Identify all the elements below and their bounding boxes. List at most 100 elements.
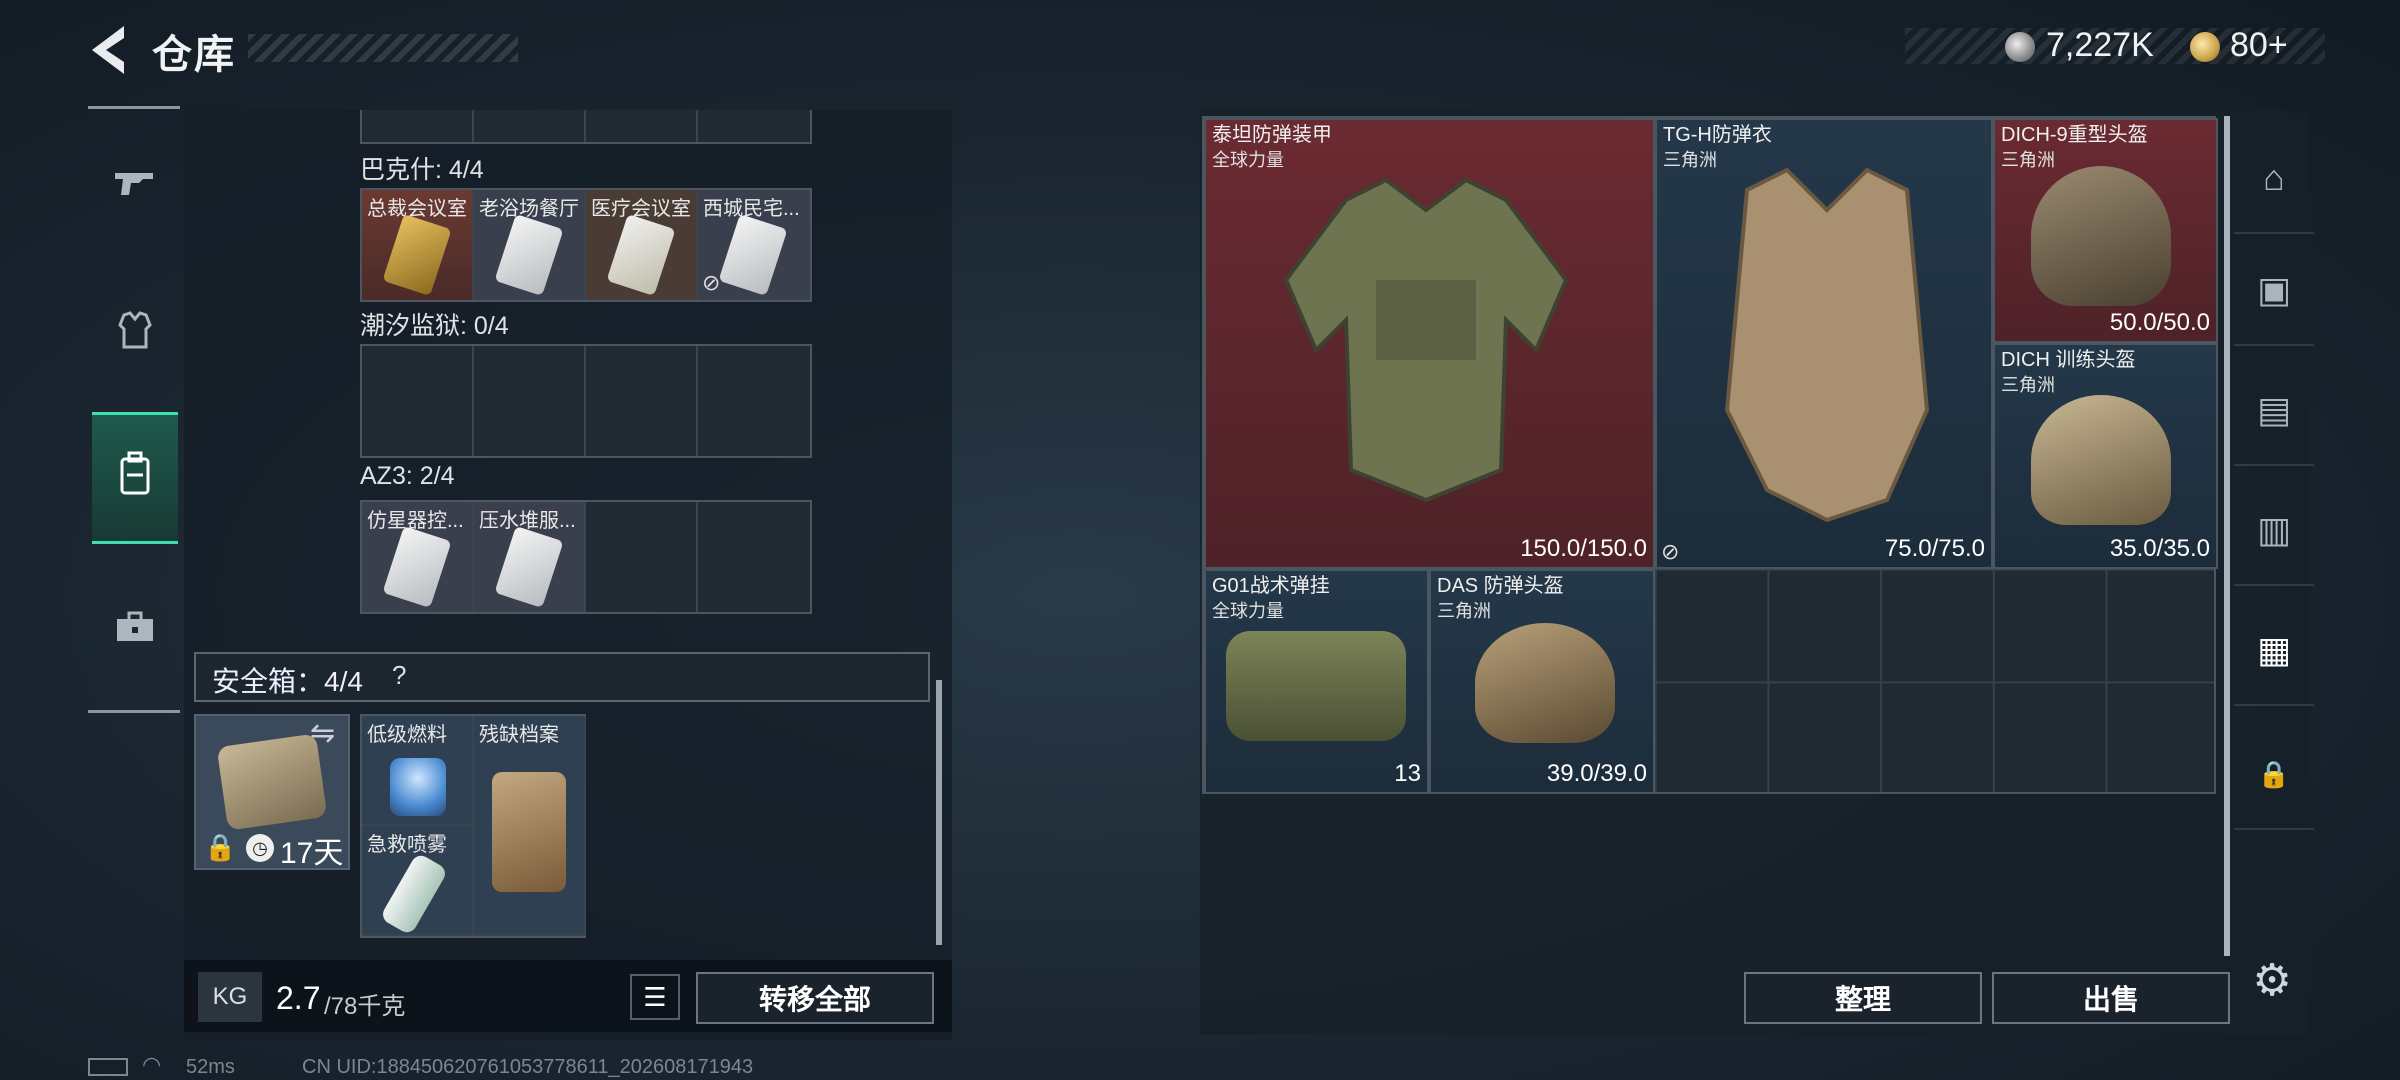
keycard-icon bbox=[494, 213, 564, 297]
item-name: 急救喷雾 bbox=[367, 834, 447, 856]
durability: 35.0/35.0 bbox=[2109, 535, 2210, 562]
safe-item[interactable]: 低级燃料 bbox=[362, 716, 474, 826]
current-weight: 2.7 bbox=[276, 980, 321, 1016]
sell-button[interactable]: 出售 bbox=[1992, 972, 2230, 1024]
item-faction: 三角洲 bbox=[2001, 150, 2055, 170]
settings-gear-icon[interactable]: ⚙ bbox=[2240, 948, 2304, 1012]
chest-rig-icon bbox=[1226, 631, 1406, 741]
lock-icon: 🔒 bbox=[2257, 758, 2291, 789]
item-name: 总裁会议室 bbox=[367, 198, 467, 220]
stash-tab-iv[interactable]: ▥ bbox=[2234, 476, 2314, 586]
page-icon: ▤ bbox=[2256, 389, 2291, 430]
nav-divider bbox=[88, 710, 180, 713]
warehouse-icon: ⌂ bbox=[2263, 157, 2285, 198]
key-card-row: 总裁会议室 老浴场餐厅 医疗会议室 西城民宅... ⊘ bbox=[360, 188, 812, 302]
right-scrollbar[interactable] bbox=[2224, 116, 2230, 956]
list-view-button[interactable]: ☰ bbox=[630, 974, 680, 1020]
item-slot[interactable] bbox=[474, 110, 586, 142]
add-page-icon: ▣ bbox=[2256, 269, 2291, 310]
nav-divider bbox=[88, 106, 180, 109]
section-label: AZ3: 2/4 bbox=[360, 462, 455, 490]
stash-tab-active[interactable]: ▦ bbox=[2234, 596, 2314, 706]
max-weight: /78千克 bbox=[324, 993, 406, 1020]
keycard-item[interactable]: 西城民宅... ⊘ bbox=[698, 190, 810, 300]
keycard-item[interactable]: 总裁会议室 bbox=[362, 190, 474, 300]
equipment-tab[interactable] bbox=[92, 270, 178, 402]
item-slot[interactable] bbox=[586, 110, 698, 142]
item-slot[interactable] bbox=[474, 346, 586, 456]
stash-home-tab[interactable]: ⌂ bbox=[2234, 124, 2314, 234]
item-name: 医疗会议室 bbox=[591, 198, 691, 220]
keycard-icon bbox=[494, 525, 564, 609]
item-name: DICH-9重型头盔 bbox=[2001, 124, 2148, 146]
item-slot[interactable] bbox=[698, 110, 810, 142]
item-name: 残缺档案 bbox=[479, 724, 559, 746]
item-count: 13 bbox=[1394, 760, 1421, 787]
item-slot[interactable] bbox=[362, 346, 474, 456]
weight-unit-label: KG bbox=[212, 983, 248, 1010]
keycard-item[interactable]: 仿星器控... bbox=[362, 502, 474, 612]
item-slot[interactable] bbox=[586, 346, 698, 456]
keycard-item[interactable]: 老浴场餐厅 bbox=[474, 190, 586, 300]
fuel-can-icon bbox=[390, 758, 446, 816]
item-slot[interactable] bbox=[698, 502, 810, 612]
toolbox-tab[interactable] bbox=[92, 564, 178, 696]
item-slot[interactable] bbox=[362, 110, 474, 142]
stash-tab-iii[interactable]: ▤ bbox=[2234, 356, 2314, 466]
item-name: 西城民宅... bbox=[703, 198, 800, 220]
weapons-tab[interactable] bbox=[92, 122, 178, 254]
silver-amount: 7,227K bbox=[2046, 26, 2154, 64]
helmet-icon bbox=[1475, 623, 1615, 743]
vest-icon bbox=[1707, 150, 1947, 530]
stash-item[interactable]: DICH 训练头盔 三角洲 35.0/35.0 bbox=[1993, 343, 2218, 569]
lock-icon: 🔒 bbox=[204, 832, 237, 862]
safe-item[interactable]: 残缺档案 bbox=[474, 716, 586, 936]
backpack-icon bbox=[119, 451, 151, 505]
safe-box-label: 安全箱：4/4 bbox=[212, 666, 363, 697]
keycard-item[interactable]: 压水堆服... bbox=[474, 502, 586, 612]
key-card-row: 仿星器控... 压水堆服... bbox=[360, 500, 812, 614]
armor-icon bbox=[118, 311, 152, 361]
backpack-tab[interactable] bbox=[92, 412, 178, 544]
safe-item[interactable]: 急救喷雾 bbox=[362, 826, 474, 936]
left-scrollbar[interactable] bbox=[936, 680, 942, 945]
item-name: 泰坦防弹装甲 bbox=[1212, 124, 1332, 146]
section-label: 潮汐监狱: 0/4 bbox=[360, 312, 509, 340]
title-decoration bbox=[248, 34, 518, 62]
stash-item[interactable]: DAS 防弹头盔 三角洲 39.0/39.0 bbox=[1429, 569, 1655, 794]
keycard-icon bbox=[382, 525, 452, 609]
transfer-all-button[interactable]: 转移全部 bbox=[696, 972, 934, 1024]
durability: 150.0/150.0 bbox=[1520, 535, 1647, 562]
page-title: 仓库 bbox=[152, 33, 236, 77]
active-page-icon: ▦ bbox=[2256, 629, 2291, 670]
item-faction: 全球力量 bbox=[1212, 150, 1284, 170]
remaining-days: 17天 bbox=[280, 837, 344, 870]
durability: 75.0/75.0 bbox=[1884, 535, 1985, 562]
stash-tab-iv-add[interactable]: ▣ bbox=[2234, 236, 2314, 346]
stash-tab-locked[interactable]: 🔒 bbox=[2234, 720, 2314, 830]
armor-icon bbox=[1276, 170, 1576, 510]
keycard-item[interactable]: 医疗会议室 bbox=[586, 190, 698, 300]
swap-icon[interactable]: ⇋ bbox=[310, 716, 335, 751]
key-card-row-empty bbox=[360, 344, 812, 458]
item-name: DICH 训练头盔 bbox=[2001, 349, 2136, 371]
gun-icon bbox=[113, 166, 157, 211]
stash-item[interactable]: DICH-9重型头盔 三角洲 50.0/50.0 bbox=[1993, 118, 2218, 343]
item-slot[interactable] bbox=[586, 502, 698, 612]
ping-value: 52ms bbox=[186, 1056, 235, 1078]
grid-row-partial bbox=[360, 110, 812, 144]
sort-button[interactable]: 整理 bbox=[1744, 972, 1982, 1024]
stash-item[interactable]: TG-H防弹衣 三角洲 ⊘ 75.0/75.0 bbox=[1655, 118, 1993, 569]
stash-item[interactable]: G01战术弹挂 全球力量 13 bbox=[1204, 569, 1429, 794]
item-faction: 全球力量 bbox=[1212, 601, 1284, 621]
back-icon[interactable] bbox=[84, 22, 134, 78]
no-insure-icon: ⊘ bbox=[1661, 539, 1680, 564]
item-slot[interactable] bbox=[698, 346, 810, 456]
clock-icon: ◷ bbox=[246, 834, 274, 862]
help-icon[interactable]: ? bbox=[392, 660, 406, 691]
spray-can-icon bbox=[379, 852, 449, 934]
gold-amount[interactable]: 80+ bbox=[2230, 26, 2288, 65]
item-name: DAS 防弹头盔 bbox=[1437, 575, 1564, 597]
keycard-icon bbox=[718, 213, 788, 297]
stash-item[interactable]: 泰坦防弹装甲 全球力量 150.0/150.0 bbox=[1204, 118, 1655, 569]
